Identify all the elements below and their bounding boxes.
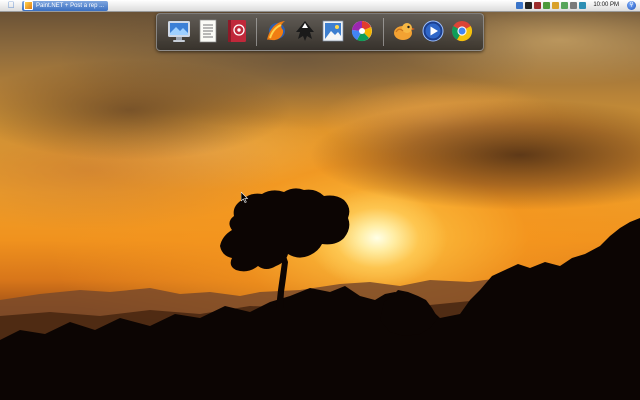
top-menu-bar:  Paint.NET + Post a rep ... 10:00 PM ⚲ bbox=[0, 0, 640, 12]
firefox-icon[interactable] bbox=[263, 18, 289, 44]
system-tray: 10:00 PM ⚲ bbox=[516, 0, 636, 11]
dock-separator bbox=[383, 18, 384, 46]
document-icon[interactable] bbox=[195, 18, 221, 44]
active-window-title-text: Paint.NET + Post a rep ... bbox=[36, 2, 105, 9]
bird-chat-icon[interactable] bbox=[390, 18, 416, 44]
spotlight-search-icon[interactable]: ⚲ bbox=[627, 1, 636, 10]
picasa-icon[interactable] bbox=[349, 18, 375, 44]
inkscape-icon[interactable] bbox=[292, 18, 318, 44]
app-tray-icon-1[interactable] bbox=[543, 2, 551, 9]
media-player-icon[interactable] bbox=[420, 18, 446, 44]
app-tray-icon-2[interactable] bbox=[552, 2, 560, 9]
chrome-icon[interactable] bbox=[449, 18, 475, 44]
image-viewer-icon[interactable] bbox=[320, 18, 346, 44]
address-book-icon[interactable] bbox=[224, 18, 250, 44]
computer-icon[interactable] bbox=[166, 18, 192, 44]
paint-net-icon bbox=[24, 1, 33, 10]
network-icon[interactable] bbox=[516, 2, 524, 9]
application-dock bbox=[156, 13, 484, 51]
mouse-pointer-icon bbox=[241, 192, 249, 203]
clock[interactable]: 10:00 PM bbox=[593, 0, 619, 11]
app-tray-icon-5[interactable] bbox=[579, 2, 587, 9]
apple-menu-icon[interactable]:  bbox=[0, 0, 22, 11]
wallpaper-landscape bbox=[0, 188, 640, 400]
dock-separator bbox=[256, 18, 257, 46]
volume-icon[interactable] bbox=[534, 2, 542, 9]
app-tray-icon-3[interactable] bbox=[561, 2, 569, 9]
app-tray-icon-4[interactable] bbox=[570, 2, 578, 9]
battery-icon[interactable] bbox=[525, 2, 533, 9]
active-window-title[interactable]: Paint.NET + Post a rep ... bbox=[22, 0, 109, 11]
